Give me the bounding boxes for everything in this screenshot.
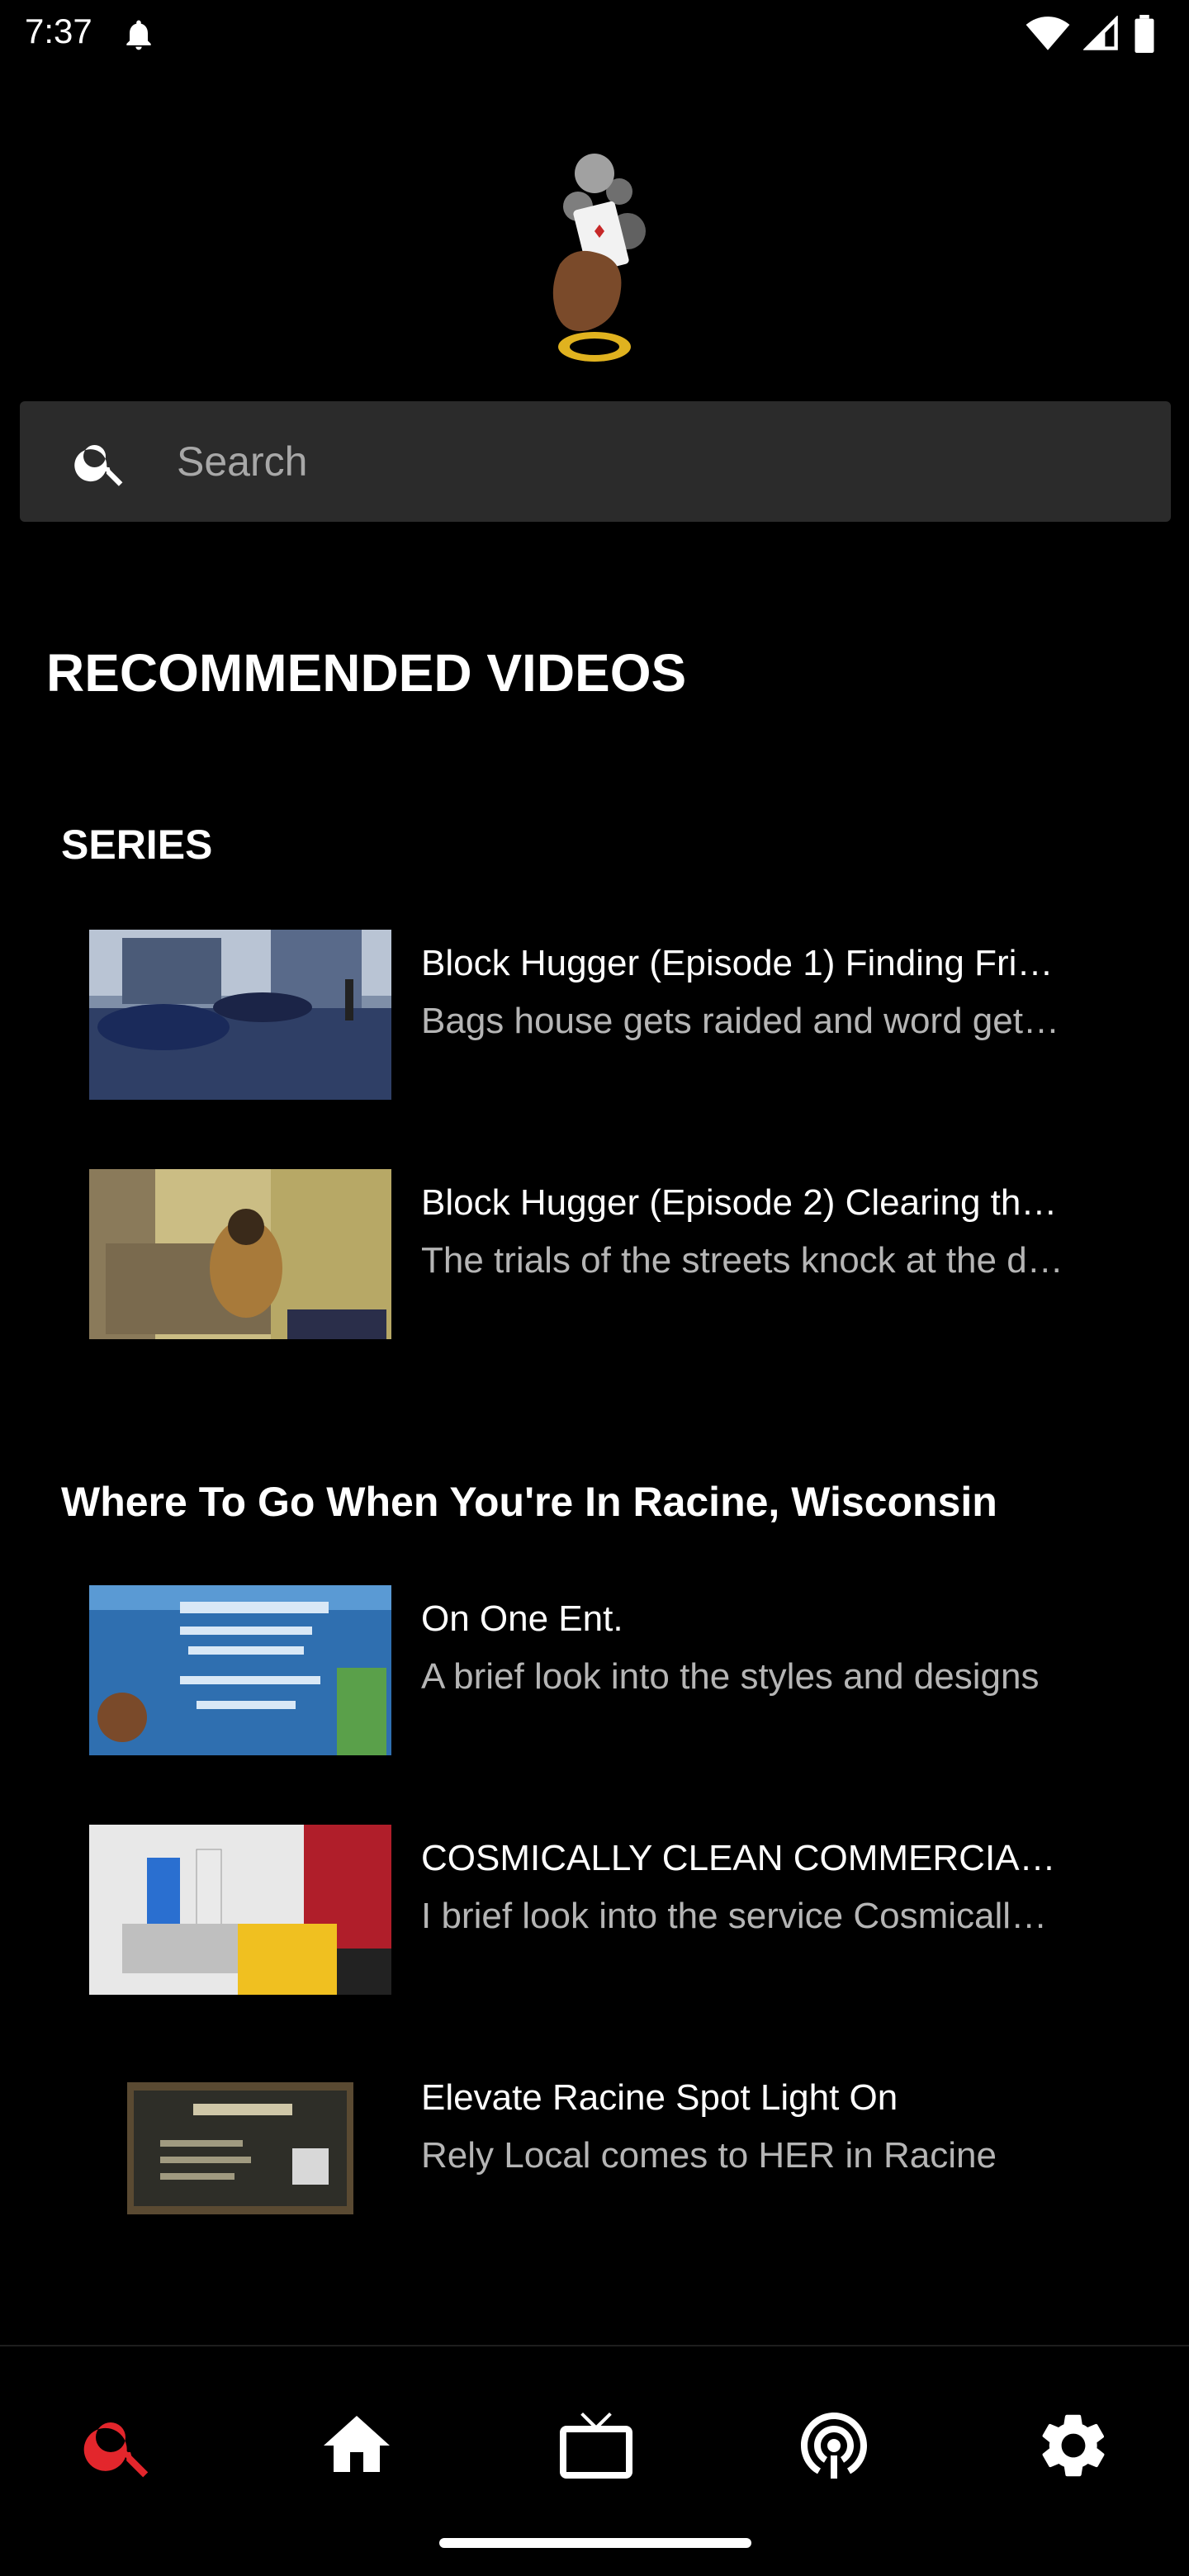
- video-description: The trials of the streets knock at the d…: [421, 1240, 1065, 1281]
- video-item[interactable]: COSMICALLY CLEAN COMMERCIAL CLEANING I b…: [89, 1825, 1080, 1995]
- tv-icon: [560, 2413, 632, 2479]
- video-title: Block Hugger (Episode 1) Finding Friends: [421, 943, 1065, 983]
- wifi-icon: [1026, 17, 1070, 50]
- video-title: Elevate Racine Spot Light On: [421, 2077, 898, 2118]
- video-thumbnail[interactable]: [89, 1169, 391, 1339]
- bottom-navigation: [0, 2345, 1189, 2576]
- app-logo: [552, 154, 646, 362]
- signal-icon: [1083, 16, 1118, 50]
- settings-icon: [1042, 2414, 1105, 2477]
- status-time: 7:37: [25, 12, 92, 50]
- status-icons: [1026, 15, 1156, 53]
- video-title: On One Ent.: [421, 1598, 623, 1639]
- video-description: Rely Local comes to HER in Racine: [421, 2135, 997, 2176]
- video-item[interactable]: Block Hugger (Episode 2) Clearing the Ai…: [89, 1169, 1080, 1339]
- notification-bell-icon: [126, 20, 151, 50]
- nav-tv[interactable]: [547, 2396, 646, 2495]
- home-icon: [324, 2416, 390, 2472]
- video-item[interactable]: Elevate Racine Spot Light On Rely Local …: [89, 2064, 1080, 2234]
- video-thumbnail[interactable]: [89, 1585, 391, 1755]
- search-icon: [74, 445, 123, 486]
- home-indicator[interactable]: [439, 2538, 751, 2548]
- page-title: RECOMMENDED VIDEOS: [46, 643, 687, 703]
- video-description: I brief look into the service Cosmically…: [421, 1896, 1065, 1936]
- nav-settings[interactable]: [1024, 2396, 1123, 2495]
- section-title-racine: Where To Go When You're In Racine, Wisco…: [61, 1479, 997, 1525]
- nav-search[interactable]: [69, 2396, 168, 2495]
- search-bar[interactable]: [20, 401, 1171, 522]
- video-description: A brief look into the styles and designs: [421, 1656, 1040, 1697]
- search-icon: [83, 2422, 149, 2478]
- section-title-series: SERIES: [61, 822, 213, 868]
- video-description: Bags house gets raided and word gets aro…: [421, 1001, 1065, 1041]
- podcast-icon: [801, 2413, 867, 2479]
- video-item[interactable]: On One Ent. A brief look into the styles…: [89, 1585, 1080, 1755]
- video-thumbnail[interactable]: [127, 2082, 353, 2214]
- video-title: Block Hugger (Episode 2) Clearing the Ai…: [421, 1182, 1065, 1223]
- nav-podcasts[interactable]: [784, 2396, 883, 2495]
- battery-icon: [1135, 15, 1154, 53]
- nav-home[interactable]: [307, 2396, 406, 2495]
- video-item[interactable]: Block Hugger (Episode 1) Finding Friends…: [89, 930, 1080, 1100]
- video-thumbnail[interactable]: [89, 930, 391, 1100]
- status-bar: 7:37: [0, 0, 1189, 69]
- video-title: COSMICALLY CLEAN COMMERCIAL CLEANING: [421, 1838, 1065, 1878]
- video-thumbnail[interactable]: [89, 1825, 391, 1995]
- search-input[interactable]: [177, 426, 1126, 497]
